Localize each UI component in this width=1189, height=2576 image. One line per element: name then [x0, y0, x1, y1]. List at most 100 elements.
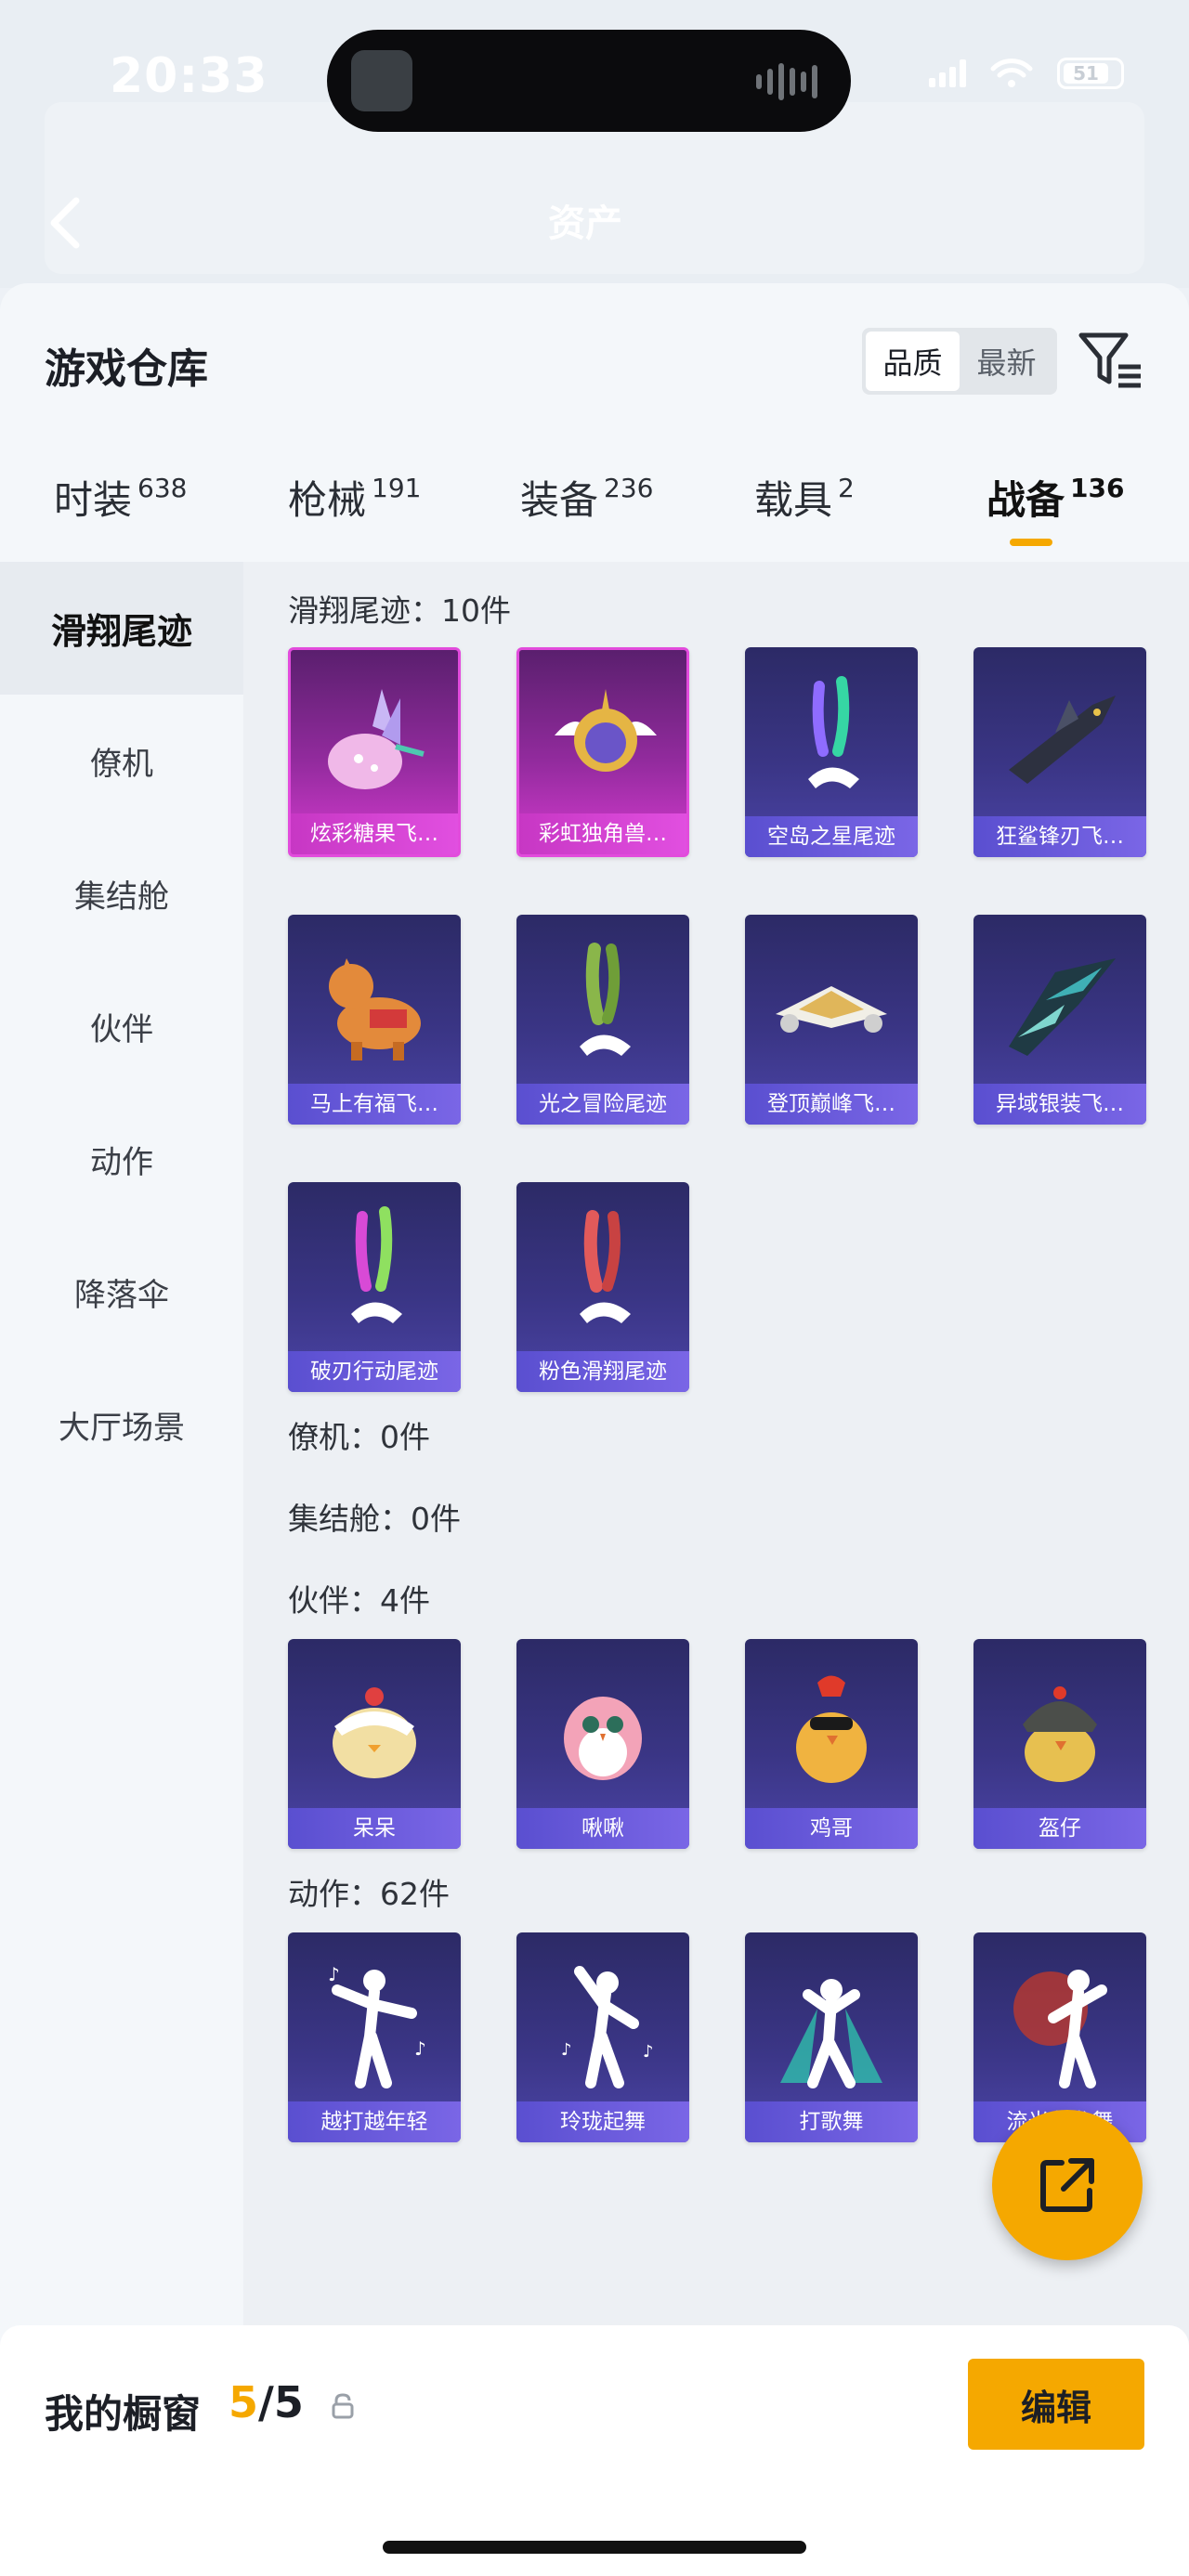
lucky-horse-icon	[329, 958, 421, 1060]
tab-label: 载具	[754, 477, 833, 523]
tab-battle-gear[interactable]: 战备 136	[986, 469, 1124, 526]
shark-glider-icon	[1009, 696, 1116, 784]
tab-count: 236	[604, 473, 654, 503]
item-card[interactable]: ♪ ♪ 越打越年轻	[288, 1932, 461, 2142]
home-indicator	[383, 2541, 806, 2554]
tab-fashion[interactable]: 时装 638	[54, 469, 187, 526]
item-name: 炫彩糖果飞…	[291, 813, 458, 854]
item-name: 越打越年轻	[288, 2101, 461, 2142]
item-card[interactable]: 破刃行动尾迹	[288, 1182, 461, 1392]
item-name: 鸡哥	[745, 1808, 918, 1849]
item-card[interactable]: 登顶巅峰飞…	[745, 915, 918, 1125]
sort-quality-option[interactable]: 品质	[866, 332, 960, 391]
svg-text:♪: ♪	[643, 2042, 654, 2062]
tab-label: 枪械	[288, 477, 367, 523]
item-card[interactable]: 炫彩糖果飞…	[288, 647, 461, 857]
svg-text:♪: ♪	[561, 2040, 572, 2060]
item-name: 登顶巅峰飞…	[745, 1084, 918, 1125]
item-card[interactable]: 空岛之星尾迹	[745, 647, 918, 857]
sky-star-trail-icon	[808, 676, 859, 788]
showcase-bar: 我的橱窗 5/5 编辑	[0, 2325, 1189, 2576]
nav-item-lobby-scene[interactable]: 大厅场景	[0, 1359, 243, 1491]
blade-ops-trail-icon	[351, 1206, 402, 1323]
emote-dragon-dance-icon	[1013, 1970, 1107, 2088]
item-name: 光之冒险尾迹	[516, 1084, 689, 1125]
lock-icon	[332, 2393, 354, 2419]
audio-wave-icon	[756, 63, 817, 100]
showcase-count: 5/5	[229, 2377, 304, 2427]
tab-count: 2	[838, 473, 855, 503]
subcategory-nav: 滑翔尾迹 僚机 集结舱 伙伴 动作 降落伞 大厅场景	[0, 562, 243, 2576]
nav-item-emote[interactable]: 动作	[0, 1093, 243, 1226]
sort-newest-option[interactable]: 最新	[960, 332, 1053, 391]
item-card[interactable]: 啾啾	[516, 1639, 689, 1849]
showcase-count-total: /5	[258, 2377, 304, 2427]
helmet-kuizai-icon	[1023, 1686, 1097, 1782]
emote-song-dance-icon	[780, 1979, 882, 2088]
nav-item-partner[interactable]: 伙伴	[0, 960, 243, 1093]
svg-text:♪: ♪	[414, 2037, 426, 2060]
item-card[interactable]: 彩虹独角兽…	[516, 647, 689, 857]
share-button[interactable]	[992, 2110, 1143, 2260]
item-name: 马上有福飞…	[288, 1084, 461, 1125]
svg-text:♪: ♪	[328, 1963, 340, 1985]
active-tab-indicator	[1010, 539, 1052, 546]
nav-item-parachute[interactable]: 降落伞	[0, 1226, 243, 1359]
tab-label: 时装	[54, 477, 133, 523]
back-arrow-icon[interactable]	[46, 195, 84, 251]
item-card[interactable]: 粉色滑翔尾迹	[516, 1182, 689, 1392]
item-card[interactable]: 马上有福飞…	[288, 915, 461, 1125]
item-name: 破刃行动尾迹	[288, 1351, 461, 1392]
item-name: 打歌舞	[745, 2101, 918, 2142]
item-card[interactable]: 鸡哥	[745, 1639, 918, 1849]
item-name: 空岛之星尾迹	[745, 816, 918, 857]
edit-button[interactable]: 编辑	[968, 2359, 1144, 2450]
item-card[interactable]: 异域银装飞…	[973, 915, 1146, 1125]
item-name: 异域银装飞…	[973, 1084, 1146, 1125]
filter-icon[interactable]	[1078, 330, 1144, 391]
pink-glide-trail-icon	[580, 1210, 631, 1323]
item-name: 彩虹独角兽…	[519, 813, 686, 854]
nav-title: 资产	[548, 202, 622, 245]
tab-vehicles[interactable]: 载具 2	[754, 469, 855, 526]
dynamic-island	[327, 30, 851, 132]
item-name: 粉色滑翔尾迹	[516, 1351, 689, 1392]
nav-item-rally-pod[interactable]: 集结舱	[0, 827, 243, 960]
battery-icon: 51	[1057, 58, 1124, 89]
item-card[interactable]: 光之冒险尾迹	[516, 915, 689, 1125]
category-tabs: 时装 638 枪械 191 装备 236 载具 2 战备 136	[0, 469, 1189, 562]
item-card[interactable]: 呆呆	[288, 1639, 461, 1849]
nav-item-wingman[interactable]: 僚机	[0, 695, 243, 827]
bird-jiujiu-icon	[564, 1697, 642, 1780]
section-pod-label: 集结舱：0件	[288, 1501, 461, 1537]
candy-trail-icon	[328, 689, 425, 789]
showcase-count-current: 5	[229, 2377, 259, 2427]
tab-equipment[interactable]: 装备 236	[520, 469, 653, 526]
tab-count: 191	[372, 473, 422, 503]
wifi-icon	[990, 59, 1033, 87]
tab-guns[interactable]: 枪械 191	[288, 469, 421, 526]
item-card[interactable]: 打歌舞	[745, 1932, 918, 2142]
item-name: 盔仔	[973, 1808, 1146, 1849]
chick-daidai-icon	[333, 1687, 416, 1778]
section-glide-label: 滑翔尾迹：10件	[288, 592, 511, 629]
item-name: 狂鲨锋刃飞…	[973, 816, 1146, 857]
section-emote-label: 动作：62件	[288, 1876, 450, 1912]
tab-count: 136	[1070, 473, 1125, 503]
item-card[interactable]: 盔仔	[973, 1639, 1146, 1849]
rooster-jige-icon	[796, 1675, 867, 1783]
battery-level: 51	[1064, 63, 1108, 84]
nav-item-glide-trail[interactable]: 滑翔尾迹	[0, 562, 243, 695]
unicorn-emblem-icon	[555, 689, 657, 772]
tab-label: 装备	[520, 477, 599, 523]
status-icons: 51	[929, 58, 1124, 89]
item-card[interactable]: 狂鲨锋刃飞…	[973, 647, 1146, 857]
item-name: 啾啾	[516, 1808, 689, 1849]
status-time: 20:33	[110, 48, 268, 104]
item-name: 玲珑起舞	[516, 2101, 689, 2142]
external-share-icon	[1040, 2158, 1094, 2212]
item-card[interactable]: ♪ ♪ 玲珑起舞	[516, 1932, 689, 2142]
light-adventure-trail-icon	[580, 943, 631, 1056]
item-name: 呆呆	[288, 1808, 461, 1849]
emote-pose-icon: ♪♪	[328, 1963, 426, 2088]
